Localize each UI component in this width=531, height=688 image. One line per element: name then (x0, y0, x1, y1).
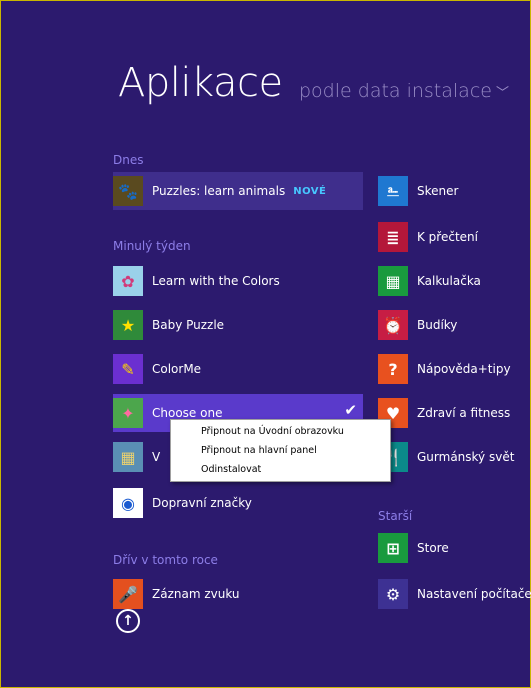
app-dopravni-znacky[interactable]: ◉ Dopravní značky (113, 484, 363, 522)
app-napoveda-tipy[interactable]: ? Nápověda+tipy (378, 350, 531, 388)
sort-label: podle data instalace (299, 80, 492, 102)
calculator-icon: ▦ (378, 266, 408, 296)
page-title: Aplikace (118, 60, 283, 106)
choose-one-icon: ✦ (113, 398, 143, 428)
arrow-up-icon[interactable]: ↑ (116, 609, 140, 633)
group-last-week: Minulý týden (113, 239, 191, 253)
puzzle-animals-icon: 🐾 (113, 176, 143, 206)
app-baby-puzzle[interactable]: ★ Baby Puzzle (113, 306, 363, 344)
chevron-down-icon: ﹀ (495, 86, 509, 101)
app-nastaveni-pocitace[interactable]: ⚙ Nastavení počítače (378, 575, 531, 613)
group-earlier-this-year: Dřív v tomto roce (113, 553, 218, 567)
app-store[interactable]: ⊞ Store (378, 529, 531, 567)
microphone-icon: 🎤 (113, 579, 143, 609)
app-k-precteni[interactable]: ≣ K přečtení (378, 218, 531, 256)
app-gurmansky-svet[interactable]: 🍴 Gurmánský svět (378, 438, 531, 476)
menu-uninstall[interactable]: Odinstalovat (171, 460, 390, 479)
scanner-icon: ⎁ (378, 176, 408, 206)
checkmark-icon: ✔ (344, 401, 357, 419)
settings-icon: ⚙ (378, 579, 408, 609)
store-icon: ⊞ (378, 533, 408, 563)
app-zaznam-zvuku[interactable]: 🎤 Záznam zvuku (113, 575, 363, 613)
traffic-sign-icon: ◉ (113, 488, 143, 518)
app-puzzles-learn-animals[interactable]: 🐾 Puzzles: learn animals NOVÉ (113, 172, 363, 210)
sort-dropdown[interactable]: podle data instalace ﹀ (299, 80, 509, 102)
group-older: Starší (378, 509, 413, 523)
colorme-icon: ✎ (113, 354, 143, 384)
menu-pin-taskbar[interactable]: Připnout na hlavní panel (171, 441, 390, 460)
app-kalkulacka[interactable]: ▦ Kalkulačka (378, 262, 531, 300)
help-icon: ? (378, 354, 408, 384)
context-menu: Připnout na Úvodní obrazovku Připnout na… (170, 419, 391, 482)
app-learn-with-the-colors[interactable]: ✿ Learn with the Colors (113, 262, 363, 300)
app-zdravi-a-fitness[interactable]: ♥ Zdraví a fitness (378, 394, 531, 432)
colors-icon: ✿ (113, 266, 143, 296)
reading-list-icon: ≣ (378, 222, 408, 252)
app-colorme[interactable]: ✎ ColorMe (113, 350, 363, 388)
group-today: Dnes (113, 153, 144, 167)
new-badge: NOVÉ (293, 185, 327, 197)
alarm-icon: ⏰ (378, 310, 408, 340)
app-skener[interactable]: ⎁ Skener (378, 172, 531, 210)
menu-pin-start[interactable]: Připnout na Úvodní obrazovku (171, 422, 390, 441)
app-icon: ▦ (113, 442, 143, 472)
star-puzzle-icon: ★ (113, 310, 143, 340)
app-budiky[interactable]: ⏰ Budíky (378, 306, 531, 344)
